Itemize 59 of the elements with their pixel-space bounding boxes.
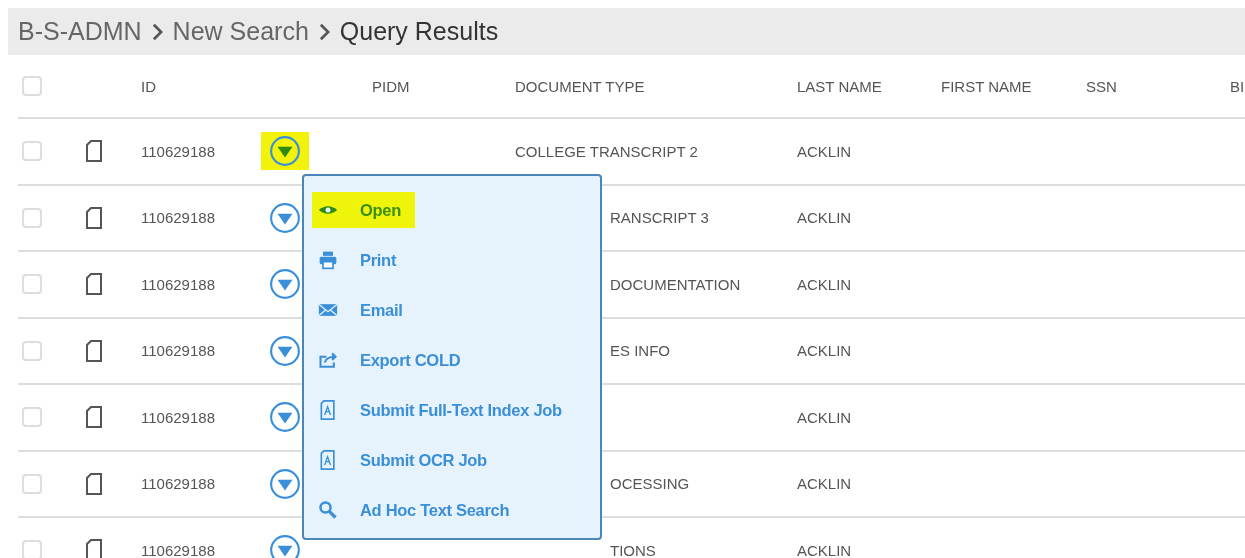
breadcrumb-link[interactable]: B-S-ADMN: [18, 17, 142, 46]
document-icon: [86, 206, 102, 229]
table-cell: OCESSING: [610, 475, 690, 493]
table-cell: 110629188: [141, 408, 215, 426]
export-icon: [318, 350, 338, 370]
column-header[interactable]: PIDM: [372, 77, 410, 95]
table-cell: ACKLIN: [797, 475, 852, 493]
search-icon: [318, 500, 338, 520]
table-cell: COLLEGE TRANSCRIPT 2: [515, 142, 698, 160]
table-cell: 110629188: [141, 142, 215, 160]
table-cell: ACKLIN: [797, 408, 852, 426]
row-checkbox[interactable]: [22, 540, 42, 558]
menu-item[interactable]: Ad Hoc Text Search: [312, 492, 524, 528]
printer-icon: [318, 250, 338, 270]
table-cell: RANSCRIPT 3: [610, 209, 709, 227]
column-header[interactable]: SSN: [1086, 77, 1117, 95]
table-cell: ACKLIN: [797, 342, 852, 360]
table-cell: ACKLIN: [797, 209, 852, 227]
table-cell: 110629188: [141, 475, 215, 493]
document-icon: [86, 539, 102, 558]
table-cell: 110629188: [141, 275, 215, 293]
table-cell: 110629188: [141, 541, 215, 558]
menu-item[interactable]: Submit Full-Text Index Job: [312, 392, 576, 428]
chevron-icon: [151, 21, 163, 42]
chevron-icon: [318, 21, 330, 42]
document-icon: [86, 406, 102, 429]
menu-item[interactable]: Print: [312, 242, 411, 278]
column-header[interactable]: FIRST NAME: [941, 77, 1032, 95]
column-header[interactable]: LAST NAME: [797, 77, 882, 95]
document-icon: [86, 339, 102, 362]
table-cell: 110629188: [141, 342, 215, 360]
row-checkbox[interactable]: [22, 207, 42, 228]
column-header[interactable]: DOCUMENT TYPE: [515, 77, 645, 95]
document-icon: [86, 273, 102, 296]
row-checkbox[interactable]: [22, 141, 42, 162]
breadcrumb-link[interactable]: New Search: [172, 17, 309, 46]
table-cell: ACKLIN: [797, 142, 852, 160]
select-all-checkbox[interactable]: [22, 76, 42, 96]
row-checkbox[interactable]: [22, 407, 42, 428]
table-cell: ES INFO: [610, 342, 670, 360]
table-cell: ACKLIN: [797, 541, 852, 558]
column-header[interactable]: BI: [1230, 77, 1245, 95]
document-icon: [318, 450, 338, 470]
menu-item[interactable]: Export COLD: [312, 342, 475, 378]
menu-item[interactable]: Submit OCR Job: [312, 442, 501, 478]
menu-item[interactable]: Open: [312, 192, 415, 228]
table-cell: TIONS: [610, 541, 656, 558]
row-checkbox[interactable]: [22, 340, 42, 361]
menu-item[interactable]: Email: [312, 292, 417, 328]
table-cell: 110629188: [141, 209, 215, 227]
table-cell: ACKLIN: [797, 275, 852, 293]
document-icon: [318, 400, 338, 420]
document-icon: [86, 472, 102, 495]
row-checkbox[interactable]: [22, 274, 42, 295]
table-cell: DOCUMENTATION: [610, 275, 741, 293]
row-checkbox[interactable]: [22, 473, 42, 494]
document-icon: [86, 140, 102, 163]
column-header[interactable]: ID: [141, 77, 156, 95]
row-actions-button[interactable]: [261, 132, 309, 171]
